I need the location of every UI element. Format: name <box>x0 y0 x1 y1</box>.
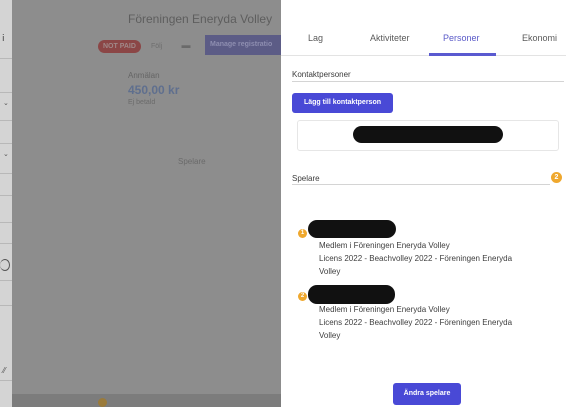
field-divider <box>0 280 12 281</box>
field-divider <box>0 305 12 306</box>
player-license: Licens 2022 - Beachvolley 2022 - Förenin… <box>319 318 513 327</box>
contact-card <box>297 120 559 151</box>
manage-registration-button: Manage registratio <box>205 35 281 55</box>
players-count-badge: 2 <box>551 172 562 183</box>
field-divider <box>0 195 12 196</box>
chat-icon: ▬ <box>181 40 191 50</box>
player-number-badge: 1 <box>298 229 307 238</box>
radio-icon <box>0 259 10 271</box>
field-divider <box>0 222 12 223</box>
tab-personer[interactable]: Personer <box>443 33 480 43</box>
redacted-player-name <box>308 220 396 238</box>
active-tab-indicator <box>429 53 496 56</box>
registration-label: Anmälan <box>128 71 160 80</box>
change-players-button[interactable]: Ändra spelare <box>393 383 461 405</box>
background-players-heading: Spelare <box>178 157 206 166</box>
tab-lag[interactable]: Lag <box>308 33 323 43</box>
player-membership: Medlem i Föreningen Eneryda Volley <box>319 241 450 250</box>
background-team-name: Föreningen Eneryda Volley <box>128 12 273 26</box>
background-footer <box>12 394 281 407</box>
tab-aktiviteter[interactable]: Aktiviteter <box>370 33 410 43</box>
tab-ekonomi[interactable]: Ekonomi <box>522 33 557 43</box>
registration-amount: 450,00 kr <box>128 83 180 97</box>
status-badge: NOT PAID <box>98 40 141 53</box>
field-divider <box>0 58 12 59</box>
background-count-dot <box>98 398 107 407</box>
add-contact-button[interactable]: Lägg till kontaktperson <box>292 93 393 113</box>
field-divider <box>0 380 12 381</box>
redacted-player-name <box>308 285 395 304</box>
tab-bar: Lag Aktiviteter Personer Ekonomi <box>281 0 566 56</box>
player-license-continued: Volley <box>319 331 341 340</box>
follow-button: Följ <box>151 43 163 50</box>
field-divider <box>0 120 12 121</box>
players-divider <box>292 184 550 185</box>
field-divider <box>0 143 12 144</box>
payment-status: Ej betald <box>128 99 156 106</box>
players-heading: Spelare <box>292 174 320 183</box>
field-divider <box>0 243 12 244</box>
field-divider <box>0 92 12 93</box>
chevron-down-icon: ⌄ <box>3 151 9 158</box>
redacted-contact-name <box>353 126 503 143</box>
background-content <box>12 0 281 407</box>
background-left-panel: i ⌄ ⌄ ⁄⁄ <box>0 0 12 407</box>
contacts-divider <box>292 81 564 82</box>
player-license-continued: Volley <box>319 267 341 276</box>
player-license: Licens 2022 - Beachvolley 2022 - Förenin… <box>319 254 513 263</box>
persons-drawer: Lag Aktiviteter Personer Ekonomi Kontakt… <box>281 0 566 407</box>
chevron-down-icon: ⌄ <box>3 100 9 107</box>
contacts-heading: Kontaktpersoner <box>292 70 351 79</box>
player-number-badge: 2 <box>298 292 307 301</box>
background-page: i ⌄ ⌄ ⁄⁄ Föreningen Eneryda Volley NOT P… <box>0 0 281 407</box>
player-membership: Medlem i Föreningen Eneryda Volley <box>319 305 450 314</box>
field-divider <box>0 173 12 174</box>
background-left-letter: i <box>2 34 5 44</box>
resize-handle-icon: ⁄⁄ <box>3 366 6 375</box>
